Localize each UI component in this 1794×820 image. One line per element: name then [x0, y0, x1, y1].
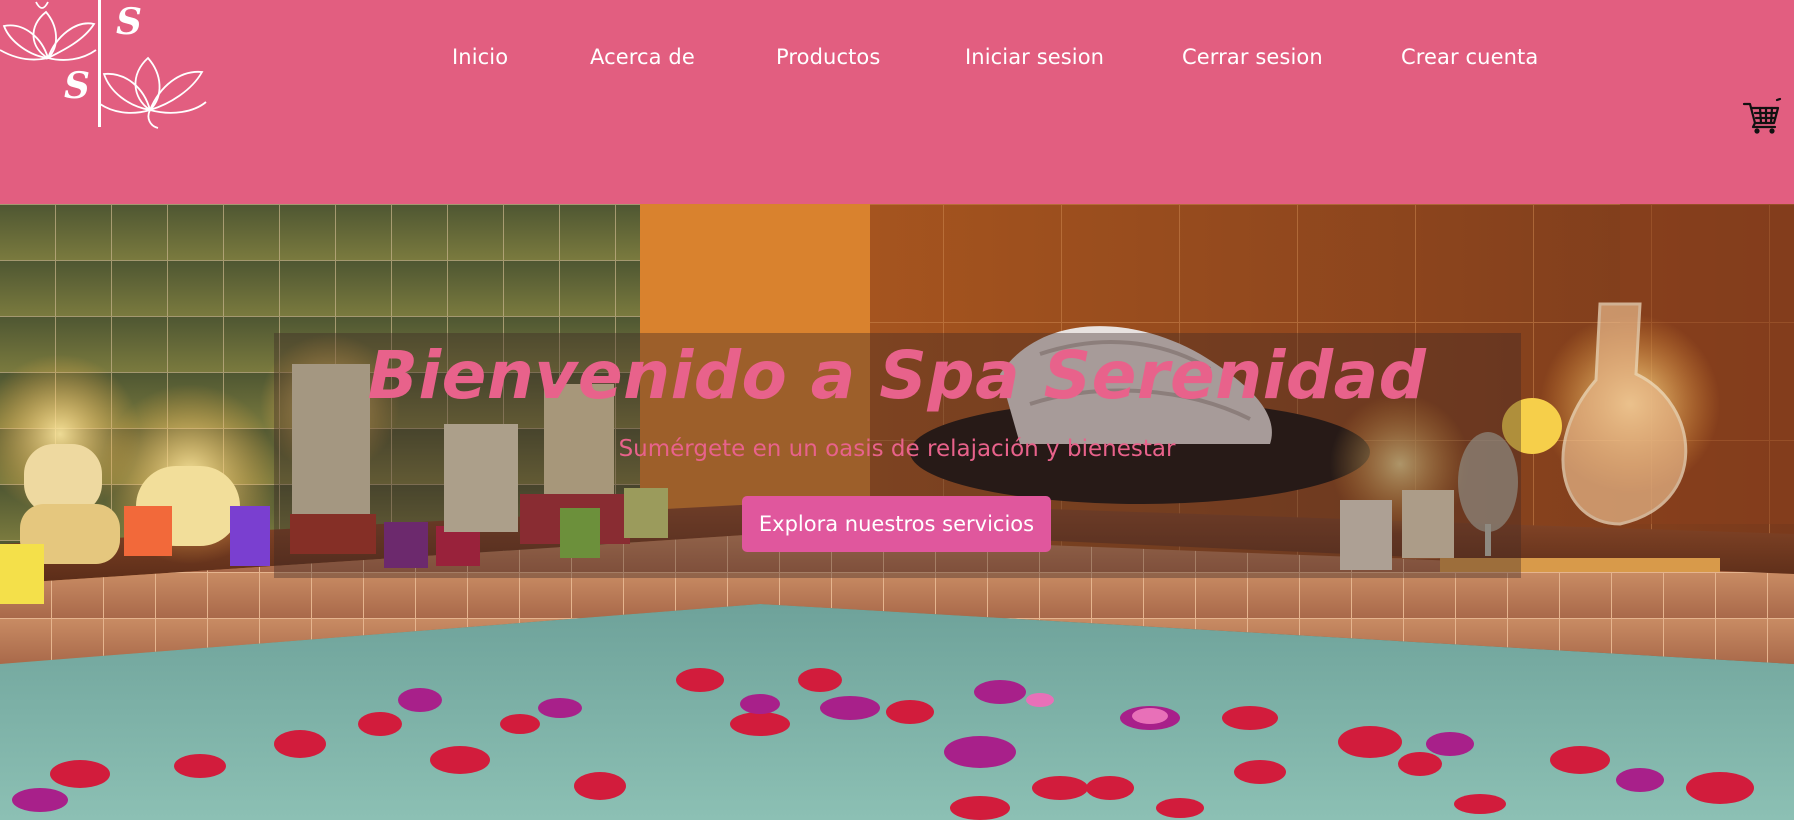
hero-section: Bienvenido a Spa Serenidad Sumérgete en … [0, 204, 1794, 820]
explore-services-button[interactable]: Explora nuestros servicios [742, 496, 1051, 552]
site-header: S S Inicio Acerca de Productos Iniciar s… [0, 0, 1794, 204]
hero-title: Bienvenido a Spa Serenidad [367, 337, 1427, 414]
nav-link-inicio[interactable]: Inicio [452, 40, 508, 74]
logo-letter-top: S [116, 1, 142, 43]
hero-subtitle: Sumérgete en un oasis de relajación y bi… [618, 436, 1176, 462]
shopping-cart-icon[interactable] [1742, 96, 1782, 136]
nav-link-iniciar-sesion[interactable]: Iniciar sesion [965, 40, 1104, 74]
nav-link-productos[interactable]: Productos [776, 40, 880, 74]
nav-link-cerrar-sesion[interactable]: Cerrar sesion [1182, 40, 1323, 74]
nav-link-crear-cuenta[interactable]: Crear cuenta [1401, 40, 1538, 74]
main-nav: Inicio Acerca de Productos Iniciar sesio… [0, 40, 1794, 74]
nav-link-acerca-de[interactable]: Acerca de [590, 40, 695, 74]
